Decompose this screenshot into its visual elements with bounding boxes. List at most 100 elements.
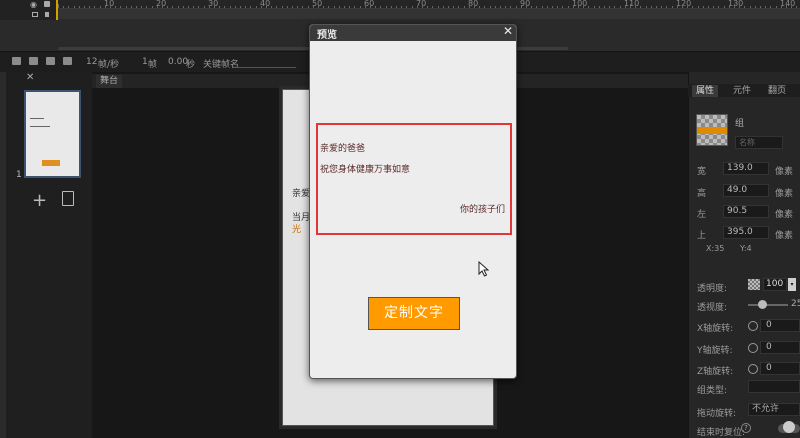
- canvas-text-line[interactable]: 光: [292, 222, 301, 235]
- ruler-tick: [73, 6, 75, 8]
- top-unit: 像素: [775, 231, 794, 241]
- y-rotate-icon: [748, 343, 758, 353]
- ruler-tick: [234, 6, 236, 8]
- tab-properties[interactable]: 属性: [692, 85, 719, 97]
- add-page-icon[interactable]: +: [32, 190, 47, 211]
- tab-components[interactable]: 元件: [729, 85, 755, 97]
- ruler-tick: [619, 6, 621, 8]
- timeline-track[interactable]: [58, 9, 800, 19]
- ruler-tick: [624, 6, 626, 8]
- ruler-tick: [375, 6, 377, 8]
- ruler-tick: [583, 6, 585, 8]
- layer-icon[interactable]: [32, 12, 38, 17]
- ruler-tick: [214, 4, 215, 8]
- ruler-tick: [796, 6, 798, 8]
- ruler-tick: [271, 6, 273, 8]
- ruler-tick: [614, 6, 616, 8]
- prev-frame-icon[interactable]: [29, 57, 38, 65]
- drag-rotate-select[interactable]: 不允许: [748, 403, 800, 416]
- panel-resize-handle[interactable]: [0, 72, 6, 438]
- ruler-tick: [687, 6, 689, 8]
- next-frame-icon[interactable]: [63, 57, 72, 65]
- timeline-ruler[interactable]: 102030405060708090100110120130140: [58, 0, 800, 9]
- ruler-tick: [390, 6, 392, 8]
- ruler-tick: [255, 6, 257, 8]
- ruler-tick: [666, 6, 668, 8]
- thumbnail-text-line: [30, 118, 44, 119]
- ruler-tick: [63, 6, 65, 8]
- ruler-tick: [333, 6, 335, 8]
- ruler-tick: [125, 6, 127, 8]
- ruler-tick: [437, 6, 439, 8]
- ruler-tick: [266, 4, 267, 8]
- ruler-tick-label: 120: [676, 0, 692, 8]
- ruler-tick: [156, 6, 158, 8]
- close-icon[interactable]: ✕: [26, 72, 34, 83]
- ruler-tick: [604, 6, 605, 8]
- ruler-tick: [229, 6, 231, 8]
- ruler-tick: [370, 4, 371, 8]
- thumbnail-button-shape: [697, 127, 727, 134]
- greeting-text: 亲爱的爸爸: [320, 144, 366, 154]
- left-input[interactable]: 90.5: [723, 205, 769, 218]
- playhead[interactable]: [56, 0, 58, 20]
- group-type-select[interactable]: [748, 380, 800, 393]
- ruler-tick: [359, 6, 361, 8]
- ruler-tick: [318, 4, 319, 8]
- tab-stage[interactable]: 舞台: [96, 75, 122, 88]
- layer-lock-icon[interactable]: [45, 12, 49, 17]
- ruler-tick-label: 130: [728, 0, 744, 8]
- height-input[interactable]: 49.0: [723, 184, 769, 197]
- ruler-tick: [702, 6, 704, 8]
- y-rotate-input[interactable]: 0: [760, 341, 800, 354]
- perspective-slider-track[interactable]: [748, 304, 788, 306]
- perspective-label: 透视度:: [697, 303, 728, 313]
- first-frame-icon[interactable]: [12, 57, 21, 65]
- ruler-tick: [141, 6, 143, 8]
- canvas-text-greeting[interactable]: 亲爱: [292, 186, 310, 199]
- z-rotate-label: Z轴旋转:: [697, 367, 734, 377]
- ruler-tick: [448, 6, 449, 8]
- keyframe-name-input[interactable]: [236, 67, 296, 68]
- width-input[interactable]: 139.0: [723, 162, 769, 175]
- height-unit: 像素: [775, 189, 794, 199]
- fps-value[interactable]: 12: [86, 57, 97, 67]
- toggle-knob[interactable]: [783, 421, 795, 433]
- ruler-tick: [562, 6, 564, 8]
- dialog-titlebar[interactable]: 预览 ✕: [310, 25, 516, 41]
- tab-page-turn[interactable]: 翻页: [764, 85, 790, 97]
- import-page-icon[interactable]: [62, 191, 74, 206]
- ruler-tick: [531, 6, 533, 8]
- frame-value[interactable]: 1: [142, 57, 148, 67]
- opacity-dropdown-button[interactable]: ▾: [788, 278, 796, 291]
- perspective-slider-handle[interactable]: [758, 300, 767, 309]
- signature-text: 你的孩子们: [460, 205, 506, 215]
- customize-text-button[interactable]: 定制文字: [368, 297, 460, 330]
- close-icon[interactable]: ✕: [503, 25, 513, 38]
- ruler-tick: [286, 6, 288, 8]
- x-rotate-input[interactable]: 0: [760, 319, 800, 332]
- z-rotate-input[interactable]: 0: [760, 362, 800, 375]
- keyframe-name-label: 关键帧名: [203, 60, 240, 70]
- ruler-tick: [224, 6, 226, 8]
- ruler-tick: [734, 4, 735, 8]
- top-input[interactable]: 395.0: [723, 226, 769, 239]
- ruler-tick: [526, 4, 527, 8]
- ruler-tick: [219, 6, 221, 8]
- ruler-tick-label: 140: [780, 0, 796, 8]
- lock-icon[interactable]: [44, 1, 50, 7]
- eye-icon[interactable]: ◉: [30, 0, 37, 9]
- ruler-tick: [188, 6, 189, 8]
- ruler-tick: [250, 6, 252, 8]
- ruler-tick: [760, 6, 761, 8]
- ruler-tick: [780, 6, 782, 8]
- help-icon[interactable]: ?: [741, 423, 751, 433]
- page-thumbnail[interactable]: [24, 90, 81, 178]
- ruler-tick: [739, 6, 741, 8]
- ruler-tick: [68, 6, 70, 8]
- ruler-tick: [479, 6, 481, 8]
- play-icon[interactable]: [46, 57, 55, 65]
- object-name-input[interactable]: 名称: [735, 136, 783, 149]
- opacity-input[interactable]: 100: [763, 278, 787, 291]
- ruler-tick: [364, 6, 366, 8]
